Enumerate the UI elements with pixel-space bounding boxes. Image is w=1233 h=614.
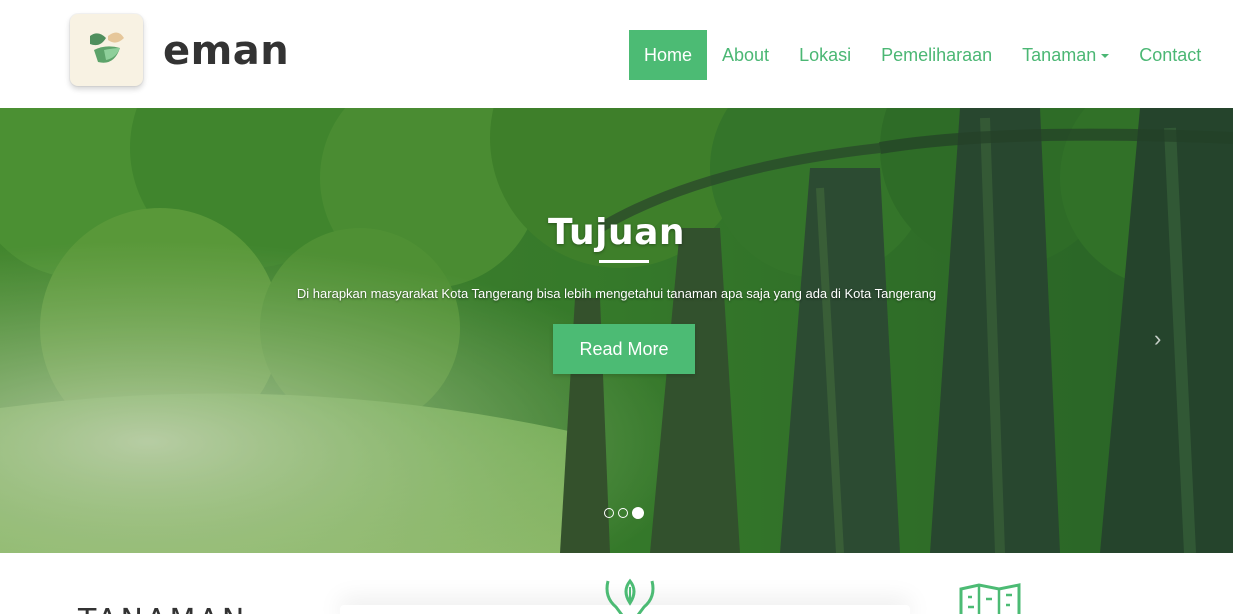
map-icon (959, 583, 1021, 614)
logo[interactable] (70, 14, 143, 86)
brand-name[interactable]: eman (163, 28, 289, 74)
section-title: TANAMAN (78, 603, 247, 614)
carousel-next-arrow-icon[interactable]: › (1154, 326, 1161, 352)
carousel-dot-2[interactable] (618, 508, 628, 518)
hero-carousel: Tujuan Di harapkan masyarakat Kota Tange… (0, 108, 1233, 553)
features-section: TANAMAN (0, 553, 1233, 614)
caret-down-icon (1101, 54, 1110, 59)
hands-leaf-icon (605, 578, 655, 614)
hero-description: Di harapkan masyarakat Kota Tangerang bi… (296, 286, 937, 301)
nav-about[interactable]: About (707, 30, 784, 80)
nav-tanaman-dropdown[interactable]: Tanaman (1007, 30, 1124, 80)
title-divider (599, 260, 649, 263)
hero-title: Tujuan (547, 212, 686, 253)
main-nav: Home About Lokasi Pemeliharaan Tanaman C… (629, 30, 1216, 80)
leaf-logo-icon (90, 32, 124, 63)
nav-home[interactable]: Home (629, 30, 708, 80)
nav-pemeliharaan[interactable]: Pemeliharaan (866, 30, 1007, 80)
nav-contact[interactable]: Contact (1124, 30, 1216, 80)
carousel-dot-1[interactable] (604, 508, 614, 518)
nav-lokasi[interactable]: Lokasi (784, 30, 866, 80)
carousel-dot-3[interactable] (632, 507, 644, 519)
site-header: eman Home About Lokasi Pemeliharaan Tana… (0, 0, 1233, 108)
read-more-button[interactable]: Read More (553, 324, 695, 374)
carousel-indicators (604, 507, 644, 519)
